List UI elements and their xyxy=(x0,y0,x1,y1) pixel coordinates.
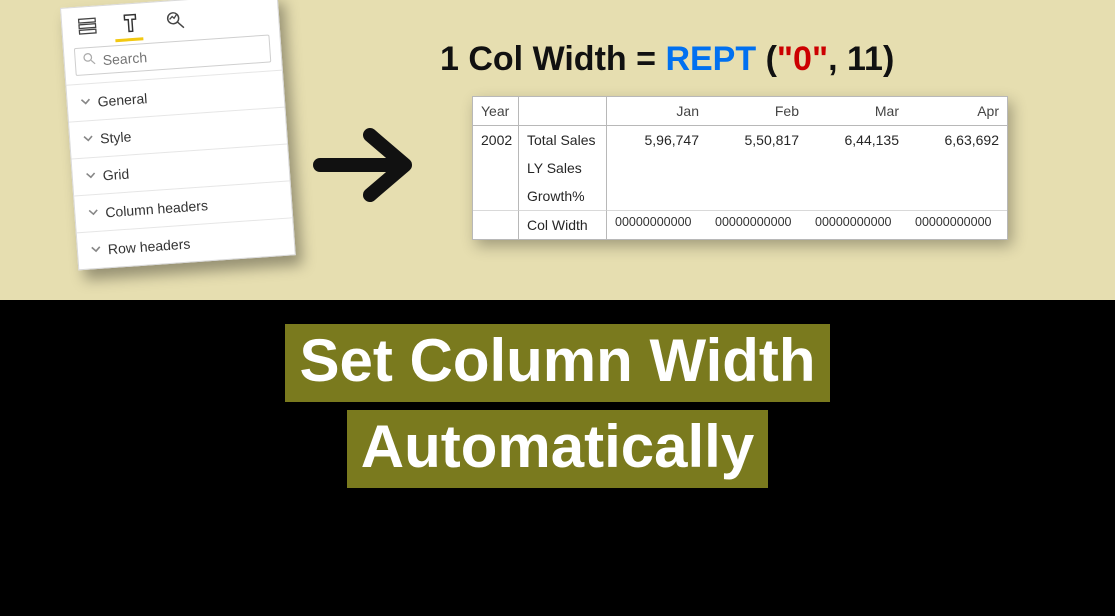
cell-year xyxy=(473,182,519,210)
analytics-tab-icon[interactable] xyxy=(163,8,186,31)
table-row: Col Width 00000000000 00000000000 000000… xyxy=(473,210,1007,239)
arrow-icon xyxy=(310,120,430,215)
formula-lhs: 1 Col Width xyxy=(440,40,627,78)
dax-formula: 1 Col Width = REPT ("0", 11) xyxy=(440,40,894,79)
col-header: Jan xyxy=(607,97,707,126)
chevron-down-icon xyxy=(89,242,102,259)
matrix-visual: Year Jan Feb Mar Apr 2002 Total Sales 5,… xyxy=(472,96,1008,240)
col-header: Apr xyxy=(907,97,1007,126)
formula-quote: " xyxy=(777,40,793,78)
chevron-down-icon xyxy=(82,131,95,148)
formula-fn: REPT xyxy=(665,40,756,78)
search-icon xyxy=(81,51,97,72)
headline-text: Automatically xyxy=(361,413,754,480)
cell-value: 6,44,135 xyxy=(807,126,907,154)
chevron-down-icon xyxy=(87,205,100,222)
headline-line: Automatically xyxy=(347,410,768,488)
cell-value xyxy=(607,154,707,182)
search-input-wrap[interactable] xyxy=(74,34,271,76)
col-header: Mar xyxy=(807,97,907,126)
section-label: Row headers xyxy=(107,236,190,258)
cell-year xyxy=(473,210,519,239)
fields-tab-icon[interactable] xyxy=(76,14,99,37)
table-body: 2002 Total Sales 5,96,747 5,50,817 6,44,… xyxy=(473,126,1007,239)
cell-value: 5,96,747 xyxy=(607,126,707,154)
cell-label: Total Sales xyxy=(519,126,607,154)
cell-label: Col Width xyxy=(519,210,607,239)
table-header-row: Year Jan Feb Mar Apr xyxy=(473,97,1007,126)
col-header: Feb xyxy=(707,97,807,126)
formula-str: 0 xyxy=(793,40,812,78)
cell-value: 6,63,692 xyxy=(907,126,1007,154)
formula-close: ) xyxy=(883,40,894,78)
banner: General Style Grid Column headers Row he… xyxy=(0,0,1115,300)
cell-value: 00000000000 xyxy=(907,210,1007,239)
cell-value xyxy=(907,154,1007,182)
table-row: Growth% xyxy=(473,182,1007,210)
headline: Set Column Width Automatically xyxy=(0,320,1115,492)
formula-open: ( xyxy=(766,40,777,78)
search-input[interactable] xyxy=(96,39,264,71)
section-label: Style xyxy=(100,128,132,146)
chevron-down-icon xyxy=(84,168,97,185)
section-label: Column headers xyxy=(105,197,209,220)
headline-text: Set Column Width xyxy=(299,327,815,394)
table-row: 2002 Total Sales 5,96,747 5,50,817 6,44,… xyxy=(473,126,1007,154)
cell-year: 2002 xyxy=(473,126,519,154)
col-header xyxy=(519,97,607,126)
format-tab-icon[interactable] xyxy=(119,11,142,34)
cell-label: LY Sales xyxy=(519,154,607,182)
cell-value xyxy=(907,182,1007,210)
chevron-down-icon xyxy=(79,94,92,111)
cell-value xyxy=(807,154,907,182)
cell-value xyxy=(707,182,807,210)
format-pane: General Style Grid Column headers Row he… xyxy=(60,0,296,270)
cell-label: Growth% xyxy=(519,182,607,210)
formula-eq: = xyxy=(636,40,656,78)
cell-value: 00000000000 xyxy=(607,210,707,239)
headline-line: Set Column Width xyxy=(285,324,829,402)
cell-value: 00000000000 xyxy=(807,210,907,239)
cell-value xyxy=(607,182,707,210)
table-row: LY Sales xyxy=(473,154,1007,182)
cell-value xyxy=(707,154,807,182)
cell-value: 5,50,817 xyxy=(707,126,807,154)
active-tab-indicator xyxy=(115,37,143,42)
section-label: General xyxy=(97,90,148,109)
formula-comma: , xyxy=(828,40,837,78)
formula-quote: " xyxy=(812,40,828,78)
formula-num: 11 xyxy=(847,40,883,78)
cell-value xyxy=(807,182,907,210)
col-header: Year xyxy=(473,97,519,126)
cell-value: 00000000000 xyxy=(707,210,807,239)
section-label: Grid xyxy=(102,166,130,184)
cell-year xyxy=(473,154,519,182)
